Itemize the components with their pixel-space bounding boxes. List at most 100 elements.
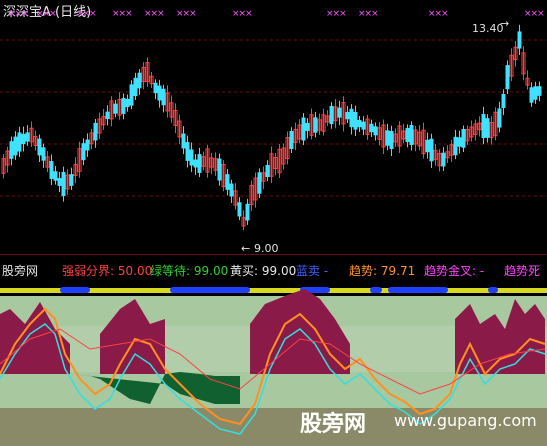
candle-body <box>425 139 430 153</box>
indicator-label-yellow-buy: 黄买: 99.00 <box>230 264 297 278</box>
candle-body <box>13 136 18 156</box>
blue-sell-band <box>60 287 90 293</box>
candle-body <box>305 123 310 131</box>
candle-body <box>329 105 334 125</box>
indicator-label-green-wait: 绿等待: 99.00 <box>150 264 229 278</box>
candle-body <box>409 124 414 146</box>
candle-body <box>133 77 138 97</box>
candle-body <box>181 133 186 149</box>
candle-body <box>265 165 270 177</box>
candle-body <box>537 86 542 96</box>
candle-body <box>185 142 190 161</box>
candle-body <box>81 143 86 161</box>
candle-body <box>497 108 502 128</box>
candle-body <box>25 132 30 142</box>
candlesticks <box>1 24 542 231</box>
signal-marker: ××× <box>76 9 97 19</box>
candle-body <box>161 88 166 106</box>
candle-body <box>57 178 62 186</box>
candle-body <box>373 126 378 136</box>
candle-body <box>385 130 390 146</box>
candle-body <box>357 119 362 128</box>
candle-body <box>361 121 366 130</box>
candle-body <box>257 172 262 194</box>
candle-body <box>53 171 58 181</box>
panel-divider <box>0 254 547 255</box>
signal-marker: ××× <box>428 9 449 19</box>
blue-sell-band <box>488 287 498 293</box>
candle-body <box>237 202 242 217</box>
candle-body <box>193 159 198 168</box>
candle-body <box>289 131 294 149</box>
blue-sell-band <box>370 287 382 293</box>
candle-body <box>353 111 358 130</box>
candle-body <box>337 107 342 118</box>
candle-body <box>21 133 26 145</box>
blue-sell-band <box>170 287 250 293</box>
candle-body <box>105 111 110 120</box>
candle-body <box>225 174 230 190</box>
candle-body <box>517 31 522 49</box>
blue-sell-band <box>388 287 448 293</box>
indicator-panel-name: 股旁网 <box>2 264 39 278</box>
signal-marker: ××× <box>326 9 347 19</box>
candle-body <box>69 174 74 186</box>
candle-body <box>157 85 162 101</box>
candle-body <box>189 149 194 166</box>
candle-body <box>457 137 462 147</box>
candle-body <box>41 147 46 161</box>
watermark-logo: 股旁网 <box>300 412 367 437</box>
indicator-label-trend-golden-cross: 趋势金叉: - <box>424 264 485 278</box>
candle-body <box>369 123 374 133</box>
candle-body <box>485 118 490 138</box>
candle-body <box>85 139 90 151</box>
candle-body <box>217 158 222 181</box>
price-chart[interactable] <box>0 0 547 254</box>
candle-body <box>349 108 354 128</box>
candle-body <box>125 98 130 108</box>
candle-body <box>9 141 14 159</box>
candle-body <box>93 122 98 141</box>
candle-body <box>137 72 142 89</box>
candle-body <box>389 130 394 150</box>
indicator-label-blue-sell: 蓝卖 - <box>296 264 329 278</box>
candle-body <box>441 152 446 167</box>
candle-body <box>301 117 306 141</box>
candle-body <box>533 86 538 100</box>
signal-marker: ××× <box>112 9 133 19</box>
candle-body <box>245 203 250 221</box>
candle-body <box>153 82 158 94</box>
candle-body <box>229 183 234 197</box>
candle-body <box>49 161 54 179</box>
candle-body <box>405 127 410 143</box>
candle-body <box>37 138 42 156</box>
candle-body <box>501 94 506 108</box>
watermark-url: www.gupang.com <box>394 411 537 430</box>
high-price-label: 13.40 <box>472 22 504 35</box>
candle-body <box>481 113 486 139</box>
signal-marker: ××× <box>358 9 379 19</box>
indicator-label-trend: 趋势: 79.71 <box>349 264 416 278</box>
indicator-label-strength: 强弱分界: 50.00 <box>62 264 153 278</box>
signal-marker: ××× <box>144 9 165 19</box>
candle-body <box>453 136 458 156</box>
signal-marker: ××× <box>8 9 29 19</box>
candle-body <box>61 171 66 197</box>
candle-body <box>113 103 118 114</box>
signal-marker: ××× <box>176 9 197 19</box>
candle-body <box>429 138 434 162</box>
signal-marker: ××× <box>36 9 57 19</box>
high-arrow-icon: → <box>500 17 510 30</box>
signal-marker: ××× <box>524 9 545 19</box>
candle-body <box>529 87 534 103</box>
signal-marker: ××× <box>232 9 253 19</box>
candle-body <box>505 65 510 90</box>
candle-body <box>17 132 22 152</box>
candle-body <box>129 84 134 106</box>
candle-body <box>345 111 350 120</box>
indicator-label-trend-death: 趋势死 <box>504 264 541 278</box>
candle-body <box>121 98 126 114</box>
candle-body <box>313 117 318 133</box>
candle-body <box>461 129 466 148</box>
candle-body <box>197 154 202 173</box>
